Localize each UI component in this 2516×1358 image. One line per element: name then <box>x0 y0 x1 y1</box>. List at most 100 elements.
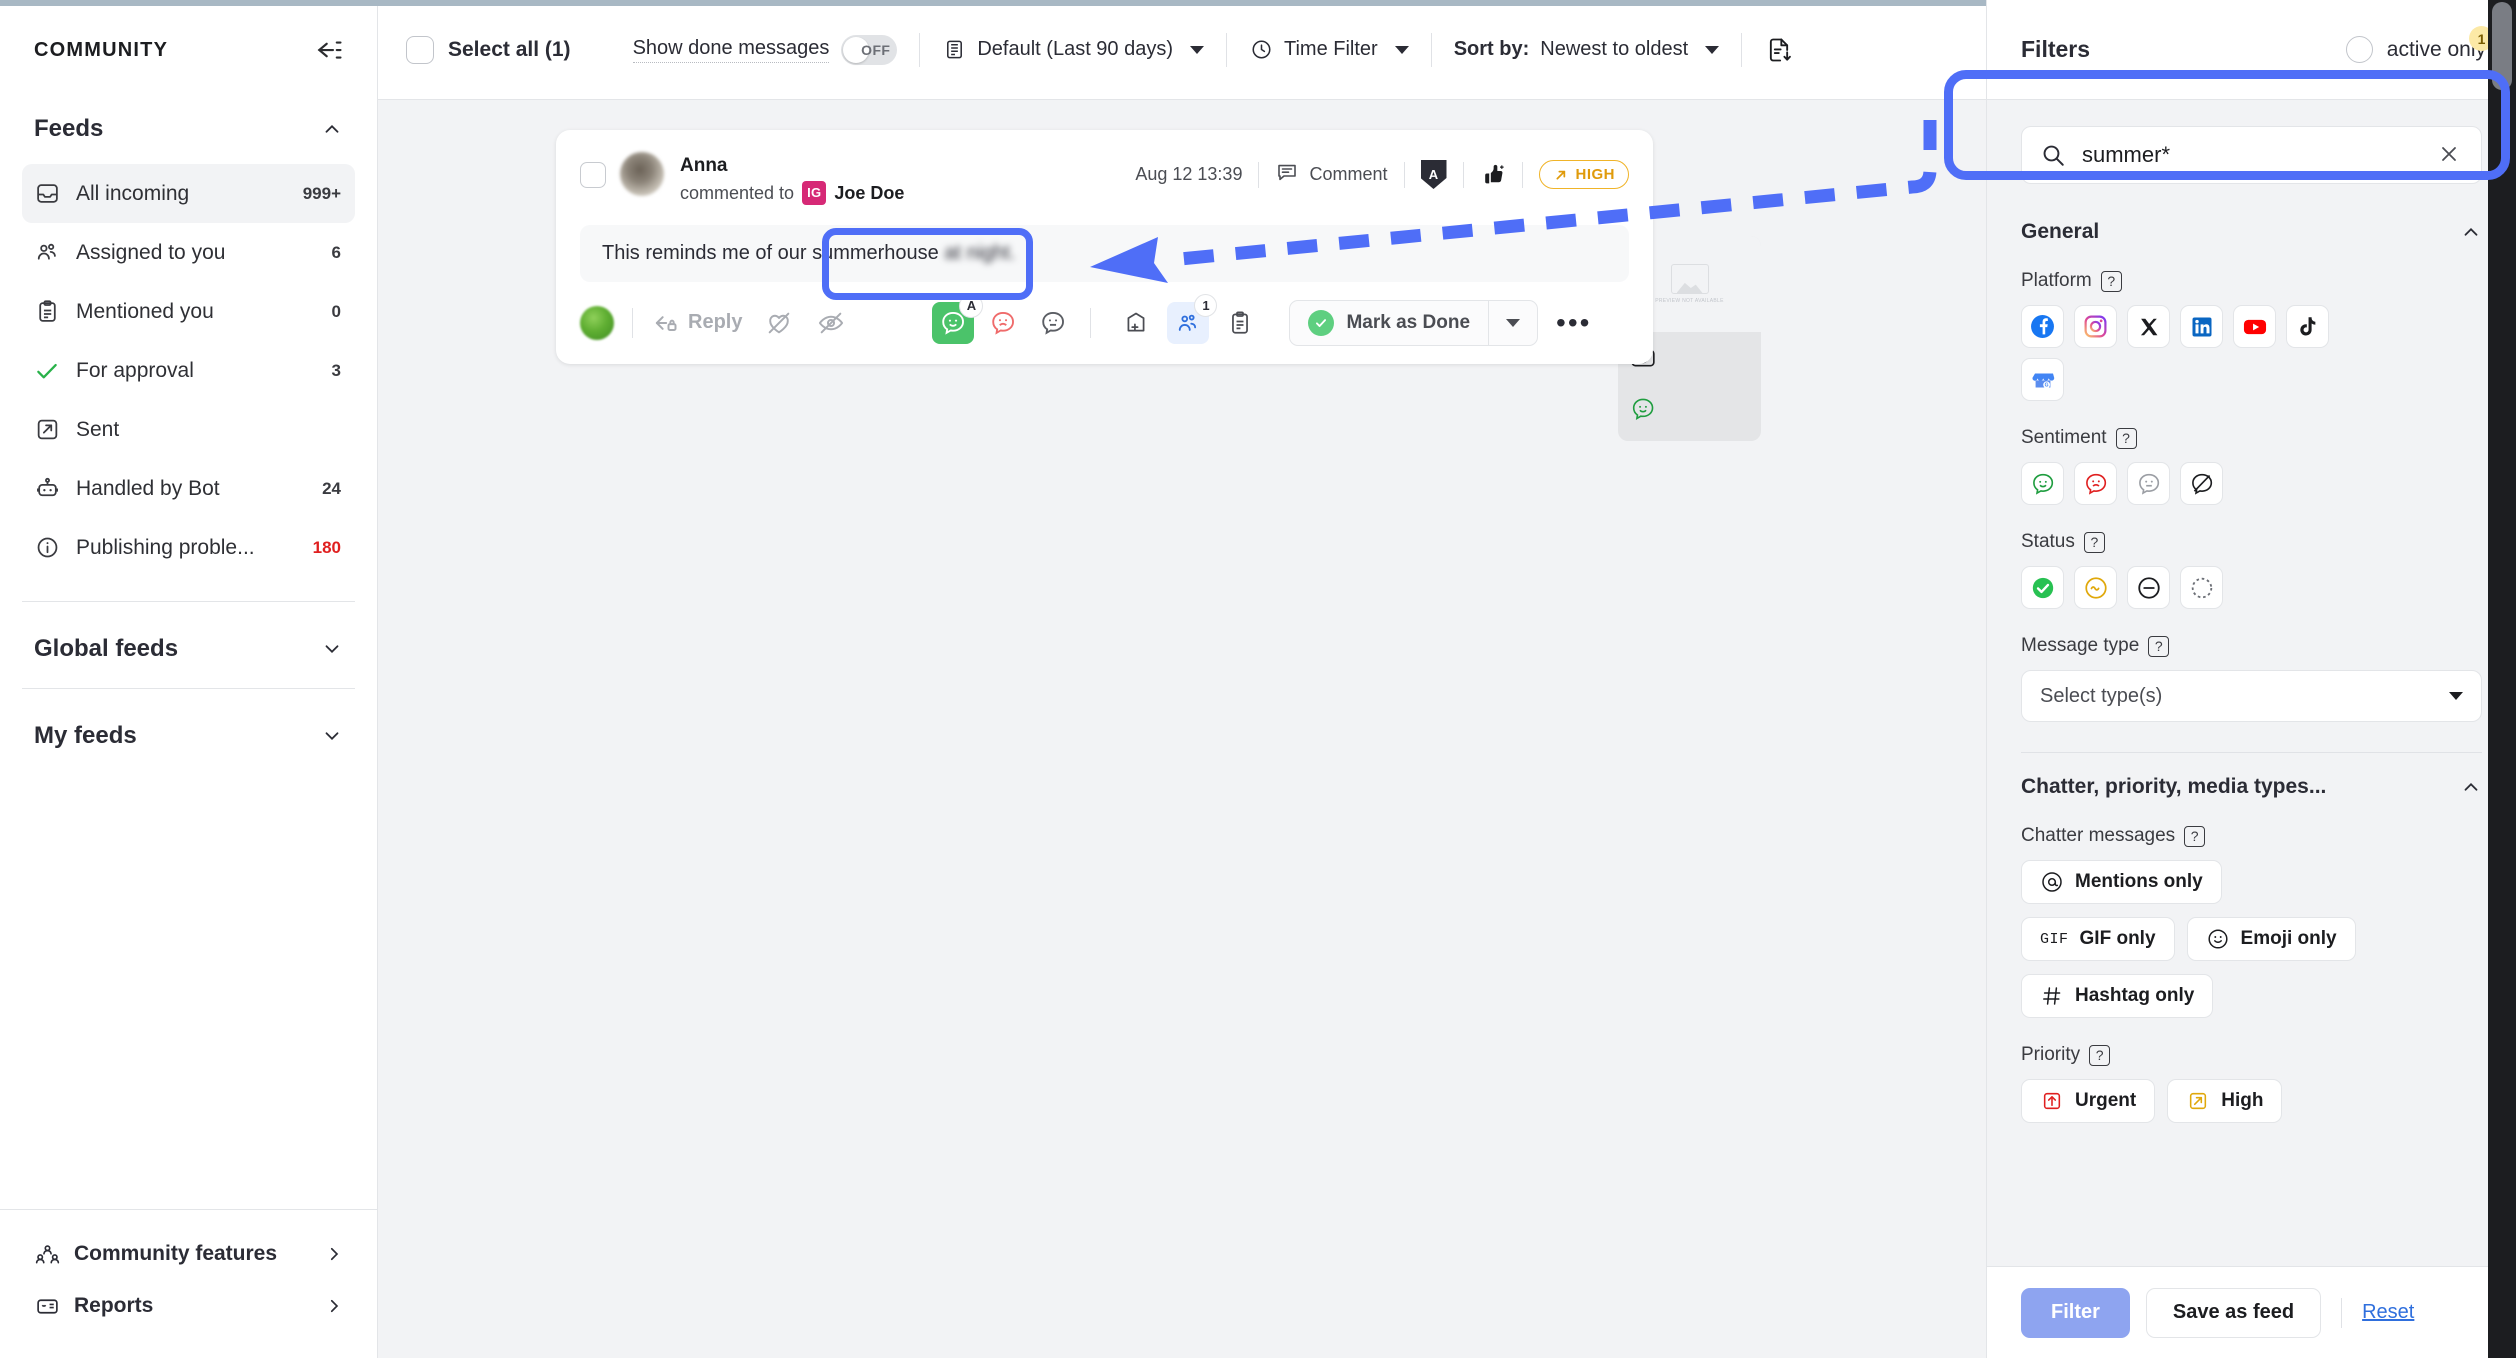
thumbs-up-add-icon[interactable] <box>1480 162 1506 188</box>
add-tag-icon[interactable] <box>1115 302 1157 344</box>
sidebar-item-count: 0 <box>331 301 341 321</box>
sentiment-neutral-button[interactable] <box>1032 302 1074 344</box>
linkedin-icon[interactable] <box>2180 305 2223 348</box>
neutral-sentiment-icon[interactable] <box>2127 462 2170 505</box>
select-all-checkbox[interactable] <box>406 35 434 64</box>
help-icon[interactable]: ? <box>2184 825 2206 847</box>
sidebar-item-community-features[interactable]: Community features <box>0 1228 377 1280</box>
sidebar-item-mentioned-you[interactable]: Mentioned you 0 <box>22 282 355 341</box>
priority-high-chip[interactable]: High <box>2167 1079 2283 1123</box>
platform-label: Platform <box>2021 270 2092 291</box>
message-body-prefix: This reminds me of our <box>602 241 813 264</box>
close-icon[interactable] <box>2437 142 2463 168</box>
meta-divider-3 <box>1462 161 1464 188</box>
sidebar-item-label: Assigned to you <box>76 240 226 264</box>
sidebar-item-publishing-problems[interactable]: Publishing proble... 180 <box>22 518 355 577</box>
positive-sentiment-icon[interactable] <box>2021 462 2064 505</box>
emoji-only-chip[interactable]: Emoji only <box>2186 917 2356 961</box>
hide-eye-icon[interactable] <box>816 308 846 338</box>
status-blocked-icon[interactable] <box>2127 566 2170 609</box>
sidebar-item-reports[interactable]: Reports <box>0 1280 377 1332</box>
no-sentiment-icon[interactable] <box>2180 462 2223 505</box>
notes-clipboard-icon[interactable] <box>1219 302 1261 344</box>
reply-label: Reply <box>688 311 743 334</box>
message-select-checkbox[interactable] <box>580 162 606 188</box>
time-filter-button[interactable]: Time Filter <box>1249 38 1409 62</box>
help-icon[interactable]: ? <box>2115 427 2137 449</box>
assign-user-icon[interactable]: 1 <box>1167 293 1218 344</box>
sort-by-button[interactable]: Sort by: Newest to oldest <box>1454 38 1720 61</box>
chip-label: GIF only <box>2079 928 2156 949</box>
chevron-down-icon[interactable] <box>321 638 343 660</box>
status-pending-icon[interactable] <box>2180 566 2223 609</box>
global-feeds-section[interactable]: Global feeds <box>0 620 377 678</box>
select-all-label[interactable]: Select all (1) <box>448 38 571 62</box>
unlike-icon[interactable] <box>764 308 794 338</box>
sidebar-item-handled-by-bot[interactable]: Handled by Bot 24 <box>22 459 355 518</box>
apply-filter-button[interactable]: Filter <box>2021 1287 2130 1338</box>
tiktok-icon[interactable] <box>2286 305 2329 348</box>
message-type: Comment <box>1275 160 1388 189</box>
message-card[interactable]: Anna commented to IG Joe Doe Aug 12 13:3… <box>556 130 1653 364</box>
filter-search-box[interactable] <box>2021 126 2482 184</box>
page-scrollbar[interactable] <box>2488 0 2516 1358</box>
date-filter-button[interactable]: Default (Last 90 days) <box>942 38 1205 62</box>
page-scrollbar-thumb[interactable] <box>2492 2 2512 90</box>
sidebar-item-for-approval[interactable]: For approval 3 <box>22 341 355 400</box>
show-done-toggle[interactable]: OFF <box>841 34 898 65</box>
mark-as-done-label: Mark as Done <box>1346 311 1471 333</box>
help-icon[interactable]: ? <box>2089 1044 2111 1066</box>
negative-sentiment-icon[interactable] <box>2074 462 2117 505</box>
status-done-icon[interactable] <box>2021 566 2064 609</box>
gif-only-chip[interactable]: GIF GIF only <box>2021 917 2175 961</box>
status-in-progress-icon[interactable] <box>2074 566 2117 609</box>
facebook-icon[interactable] <box>2021 305 2064 348</box>
reply-button[interactable]: Reply <box>651 309 742 337</box>
sidebar-item-count: 6 <box>331 242 341 262</box>
sidebar-item-assigned-to-you[interactable]: Assigned to you 6 <box>22 223 355 282</box>
mark-as-done-dropdown[interactable] <box>1489 301 1537 345</box>
sidebar-item-label: All incoming <box>76 181 190 205</box>
active-only-control[interactable]: active only 1 <box>2345 26 2494 63</box>
collapse-left-icon[interactable] <box>313 35 343 65</box>
save-as-feed-button[interactable]: Save as feed <box>2145 1287 2322 1338</box>
my-feeds-section[interactable]: My feeds <box>0 707 377 765</box>
x-twitter-icon[interactable] <box>2127 305 2170 348</box>
chevron-up-icon[interactable] <box>2460 221 2482 243</box>
hashtag-icon <box>2040 984 2064 1008</box>
more-options-button[interactable]: ••• <box>1556 308 1591 337</box>
chatter-section-header[interactable]: Chatter, priority, media types... <box>2021 775 2482 799</box>
chevron-right-icon[interactable] <box>325 1245 343 1263</box>
chevron-right-icon[interactable] <box>325 1297 343 1315</box>
chevron-down-icon[interactable] <box>321 725 343 747</box>
sidebar-item-sent[interactable]: Sent <box>22 400 355 459</box>
hashtag-only-chip[interactable]: Hashtag only <box>2021 974 2214 1018</box>
feeds-section-header[interactable]: Feeds <box>0 100 377 158</box>
export-document-icon[interactable] <box>1764 35 1794 65</box>
reset-link[interactable]: Reset <box>2362 1301 2414 1324</box>
message-body: This reminds me of our summerhouse at ni… <box>580 224 1629 282</box>
search-input[interactable] <box>2082 142 2421 168</box>
sidebar-item-all-incoming[interactable]: All incoming 999+ <box>22 164 355 223</box>
chip-label: Hashtag only <box>2075 985 2195 1006</box>
mark-as-done-button[interactable]: Mark as Done <box>1290 301 1488 345</box>
sentiment-label: Sentiment <box>2021 427 2107 448</box>
shield-badge-icon[interactable]: A <box>1420 160 1447 189</box>
help-icon[interactable]: ? <box>2100 270 2122 292</box>
sentiment-positive-button[interactable]: A <box>932 293 984 344</box>
instagram-icon[interactable] <box>2074 305 2117 348</box>
priority-urgent-chip[interactable]: Urgent <box>2021 1079 2156 1123</box>
message-type-select[interactable]: Select type(s) <box>2021 670 2482 722</box>
active-only-checkbox[interactable] <box>2345 36 2373 63</box>
help-icon[interactable]: ? <box>2083 531 2105 553</box>
chevron-up-icon[interactable] <box>2460 776 2482 798</box>
help-icon[interactable]: ? <box>2148 635 2170 657</box>
chevron-up-icon[interactable] <box>321 118 343 140</box>
youtube-icon[interactable] <box>2233 305 2276 348</box>
message-feed: PREVIEW NOT AVAILABLE Anna commented to … <box>378 100 1986 1358</box>
date-filter-label: Default (Last 90 days) <box>977 38 1174 60</box>
sentiment-negative-button[interactable] <box>982 302 1024 344</box>
general-section-header[interactable]: General <box>2021 220 2482 244</box>
google-business-icon[interactable]: G <box>2021 358 2064 401</box>
mentions-only-chip[interactable]: Mentions only <box>2021 860 2222 904</box>
